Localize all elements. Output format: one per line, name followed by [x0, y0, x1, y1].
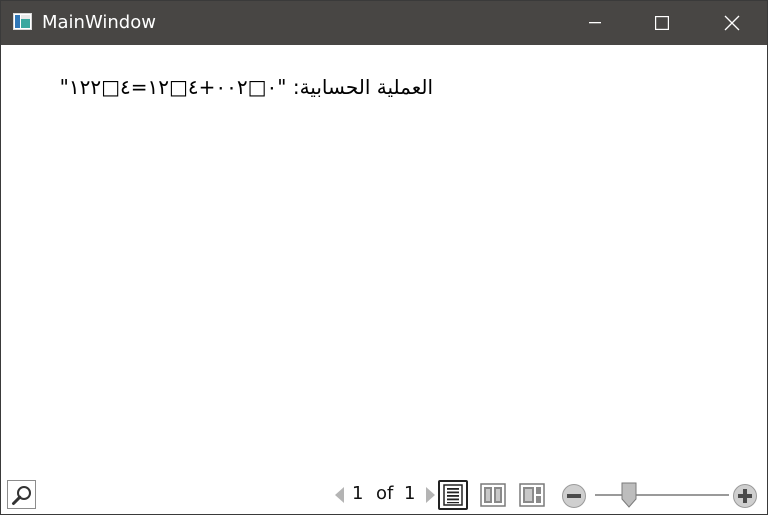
maximize-icon — [655, 16, 669, 30]
side-by-side-icon — [519, 483, 545, 507]
search-button[interactable] — [7, 480, 36, 509]
zoom-slider-track[interactable] — [595, 494, 729, 496]
title-bar[interactable]: MainWindow — [1, 1, 767, 45]
single-page-icon — [443, 484, 463, 506]
main-window: MainWindow العملية الحسابية: "٠□٠٠٢+٤□١٢… — [0, 0, 768, 515]
two-page-view-button[interactable] — [478, 480, 508, 510]
close-icon — [724, 15, 740, 31]
page-of-label: of — [376, 483, 394, 504]
single-page-view-button[interactable] — [438, 480, 468, 510]
side-by-side-view-button[interactable] — [517, 480, 547, 510]
zoom-out-button[interactable] — [561, 483, 587, 509]
window-title: MainWindow — [42, 12, 156, 33]
minimize-button[interactable] — [560, 1, 630, 45]
minimize-icon — [589, 22, 601, 24]
document-text: العملية الحسابية: "٠□٠٠٢+٤□١٢=٤□١٢٢" — [59, 75, 433, 99]
maximize-button[interactable] — [627, 1, 697, 45]
two-page-icon — [480, 483, 506, 507]
close-button[interactable] — [697, 1, 767, 45]
zoom-slider-thumb[interactable] — [620, 482, 638, 508]
zoom-in-button[interactable] — [732, 483, 758, 509]
app-window-icon — [13, 13, 32, 30]
current-page-number: 1 — [352, 483, 364, 504]
total-page-count: 1 — [404, 483, 416, 504]
next-page-button[interactable] — [425, 486, 436, 504]
viewer-toolbar: 1 of 1 — [1, 477, 767, 514]
search-icon — [11, 485, 31, 505]
previous-page-button[interactable] — [334, 486, 345, 504]
